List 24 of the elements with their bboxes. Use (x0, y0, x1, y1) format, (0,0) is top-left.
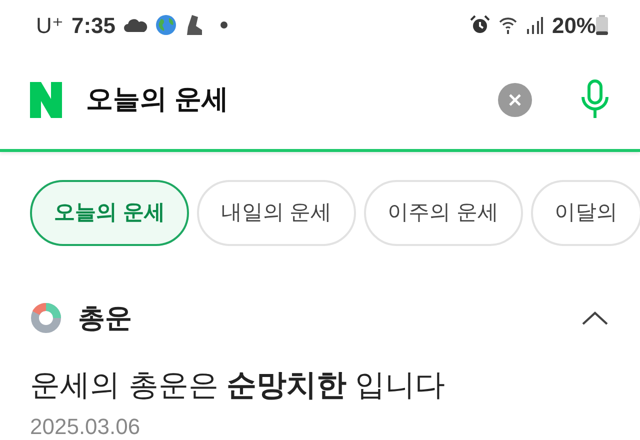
search-field[interactable]: 오늘의 운세 (86, 79, 498, 120)
carrier-label: U⁺ (36, 12, 64, 40)
fortune-tab[interactable]: 이달의 (530, 180, 640, 246)
donut-icon (30, 302, 62, 334)
alarm-icon (470, 15, 490, 35)
battery-icon (596, 15, 608, 35)
fortune-tab[interactable]: 오늘의 운세 (30, 180, 189, 246)
close-icon (508, 92, 522, 106)
globe-icon (156, 15, 176, 35)
fortune-tab[interactable]: 내일의 운세 (196, 180, 356, 246)
cloud-icon (124, 18, 148, 32)
battery-percent: 20% (552, 12, 596, 40)
dot-icon (220, 21, 228, 29)
fortune-tab[interactable]: 이주의 운세 (364, 180, 523, 246)
microphone-icon[interactable] (580, 78, 610, 120)
wifi-icon (498, 15, 518, 35)
fortune-date: 2025.03.06 (30, 416, 142, 438)
fortune-headline: 운세의 총운은 순망치한 입니다 (30, 368, 446, 404)
clear-button[interactable] (498, 82, 532, 116)
clock-time: 7:35 (72, 12, 116, 40)
chevron-icon[interactable] (580, 310, 610, 327)
section-title: 총운 (78, 302, 132, 335)
signal-icon (526, 16, 544, 34)
logo-icon[interactable] (30, 82, 62, 118)
